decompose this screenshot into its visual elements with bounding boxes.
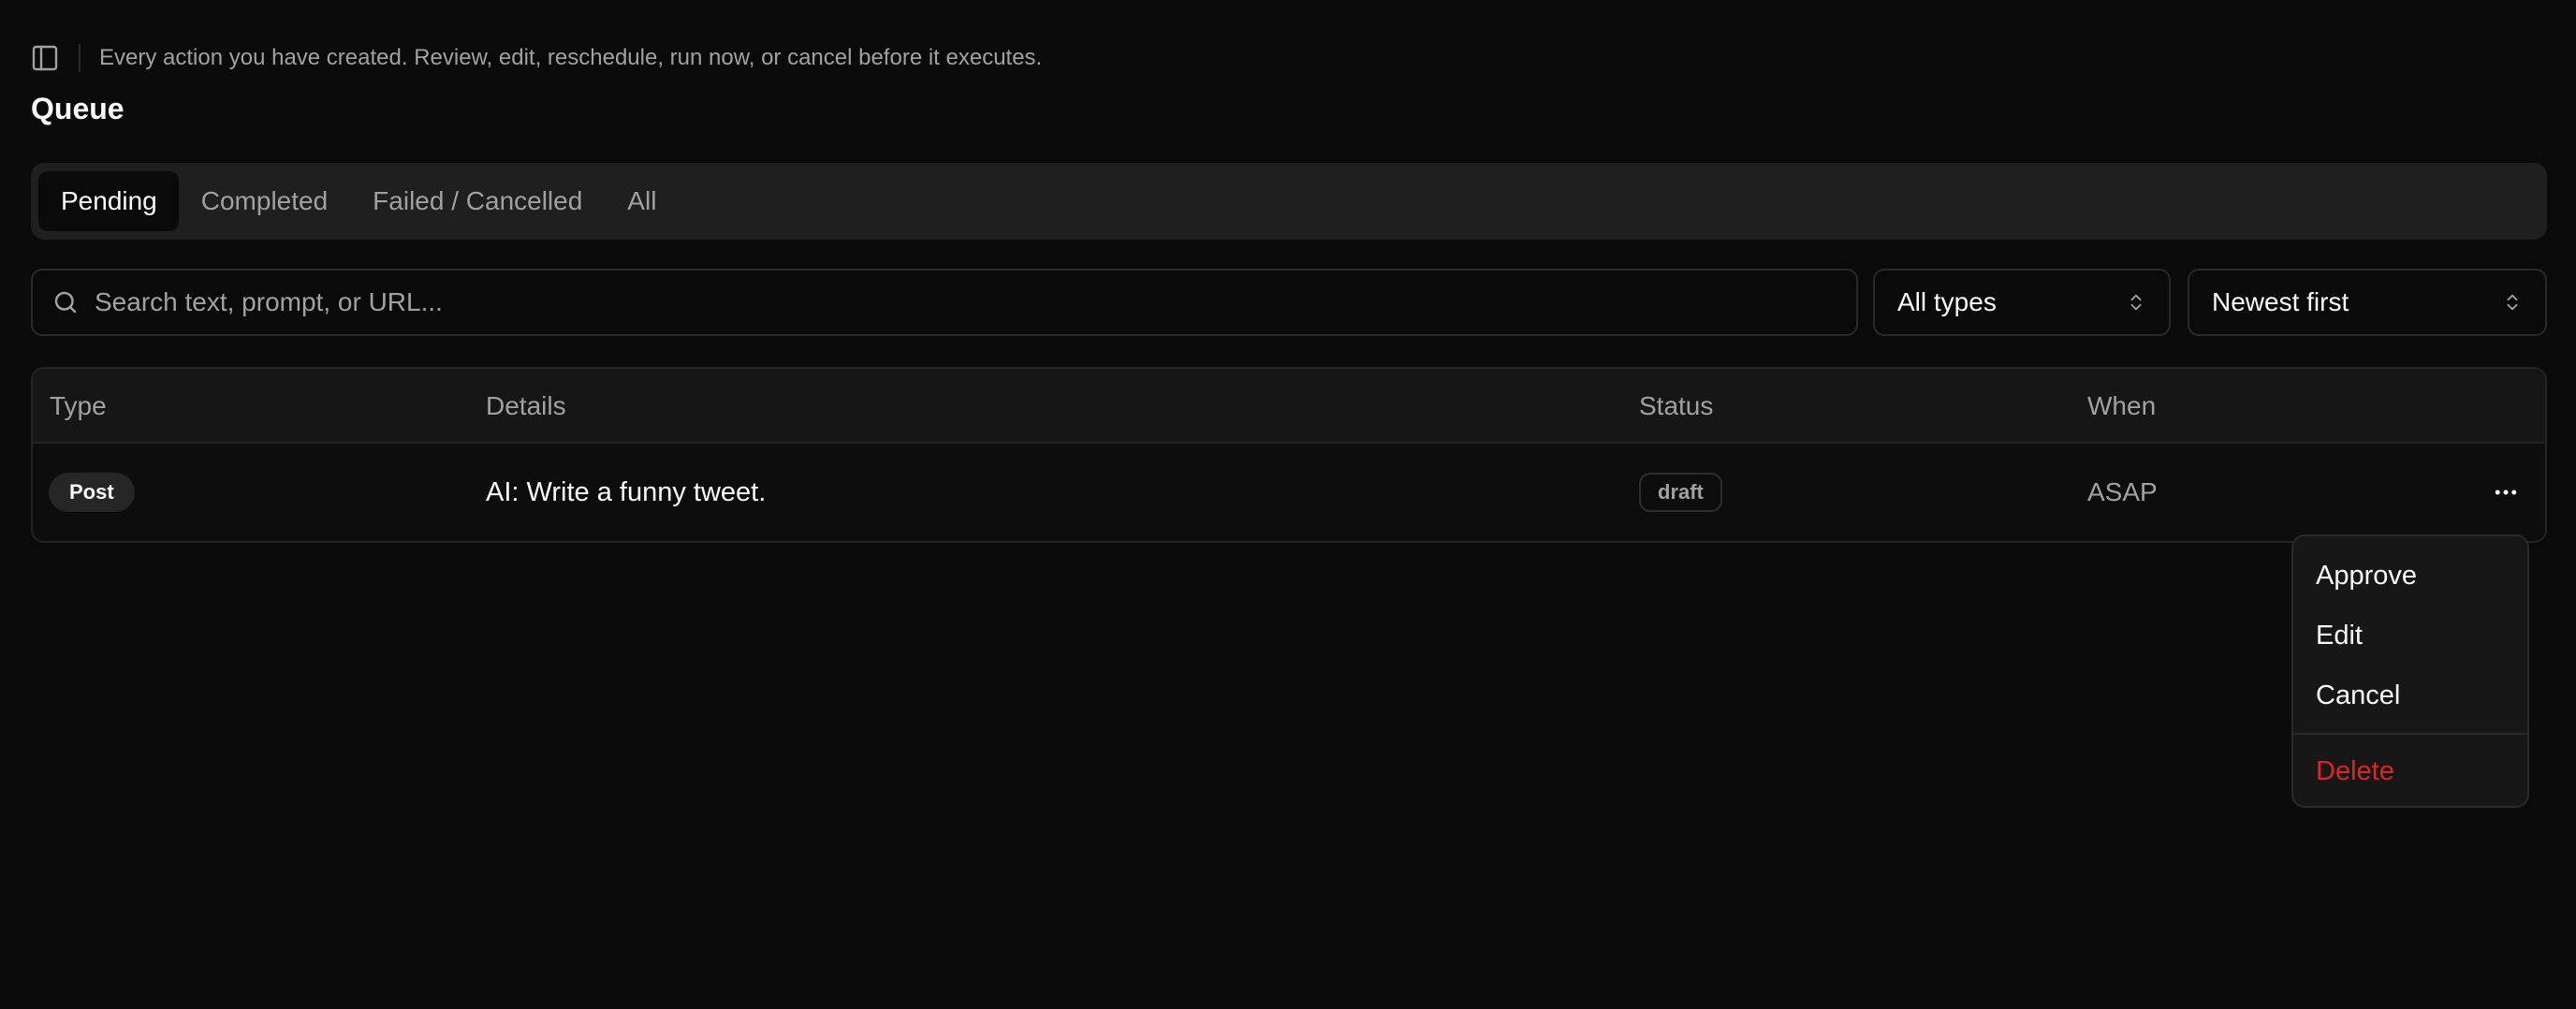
header-divider	[79, 44, 80, 72]
menu-item-edit[interactable]: Edit	[2293, 606, 2527, 665]
menu-separator	[2293, 733, 2527, 735]
page-header: Every action you have created. Review, e…	[31, 37, 1042, 79]
table-row[interactable]: Post AI: Write a funny tweet. draft ASAP	[33, 444, 2545, 541]
menu-item-cancel[interactable]: Cancel	[2293, 665, 2527, 725]
details-text: AI: Write a funny tweet.	[486, 476, 767, 507]
row-actions-button[interactable]	[2485, 472, 2526, 513]
column-header-when: When	[2087, 391, 2157, 420]
table-header: Type Details Status When	[33, 369, 2545, 444]
column-header-details: Details	[486, 391, 566, 420]
row-actions-menu: Approve Edit Cancel Delete	[2291, 534, 2529, 808]
chevrons-up-down-icon	[2507, 294, 2518, 311]
search-box	[31, 269, 1858, 336]
sidebar-toggle-button[interactable]	[28, 41, 62, 75]
tab-failed-cancelled[interactable]: Failed / Cancelled	[350, 171, 605, 231]
details-cell: AI: Write a funny tweet.	[486, 444, 766, 541]
column-header-status: Status	[1639, 391, 1714, 420]
tab-all[interactable]: All	[605, 171, 679, 231]
menu-item-delete[interactable]: Delete	[2293, 742, 2527, 800]
page-title: Queue	[31, 92, 124, 125]
status-tabs: Pending Completed Failed / Cancelled All	[31, 163, 2547, 240]
type-cell: Post	[49, 444, 135, 541]
when-text: ASAP	[2087, 477, 2158, 506]
page-subtitle: Every action you have created. Review, e…	[99, 45, 1043, 70]
type-badge: Post	[49, 473, 135, 512]
queue-table: Type Details Status When Post AI: Write …	[31, 367, 2547, 543]
panel-left-icon	[32, 45, 58, 71]
tab-completed[interactable]: Completed	[179, 171, 350, 231]
status-badge: draft	[1639, 473, 1722, 512]
sort-select-value: Newest first	[2212, 287, 2349, 316]
menu-item-approve[interactable]: Approve	[2293, 546, 2527, 606]
when-cell: ASAP	[2087, 444, 2158, 541]
chevrons-up-down-icon	[2130, 294, 2142, 311]
sort-select[interactable]: Newest first	[2188, 269, 2547, 336]
column-header-type: Type	[50, 391, 107, 420]
tab-pending[interactable]: Pending	[38, 171, 179, 231]
type-filter-select[interactable]: All types	[1873, 269, 2171, 336]
search-input[interactable]	[93, 286, 1778, 318]
more-horizontal-icon	[2495, 490, 2517, 495]
search-icon	[54, 291, 77, 314]
type-filter-value: All types	[1897, 287, 1997, 316]
status-cell: draft	[1639, 444, 1722, 541]
